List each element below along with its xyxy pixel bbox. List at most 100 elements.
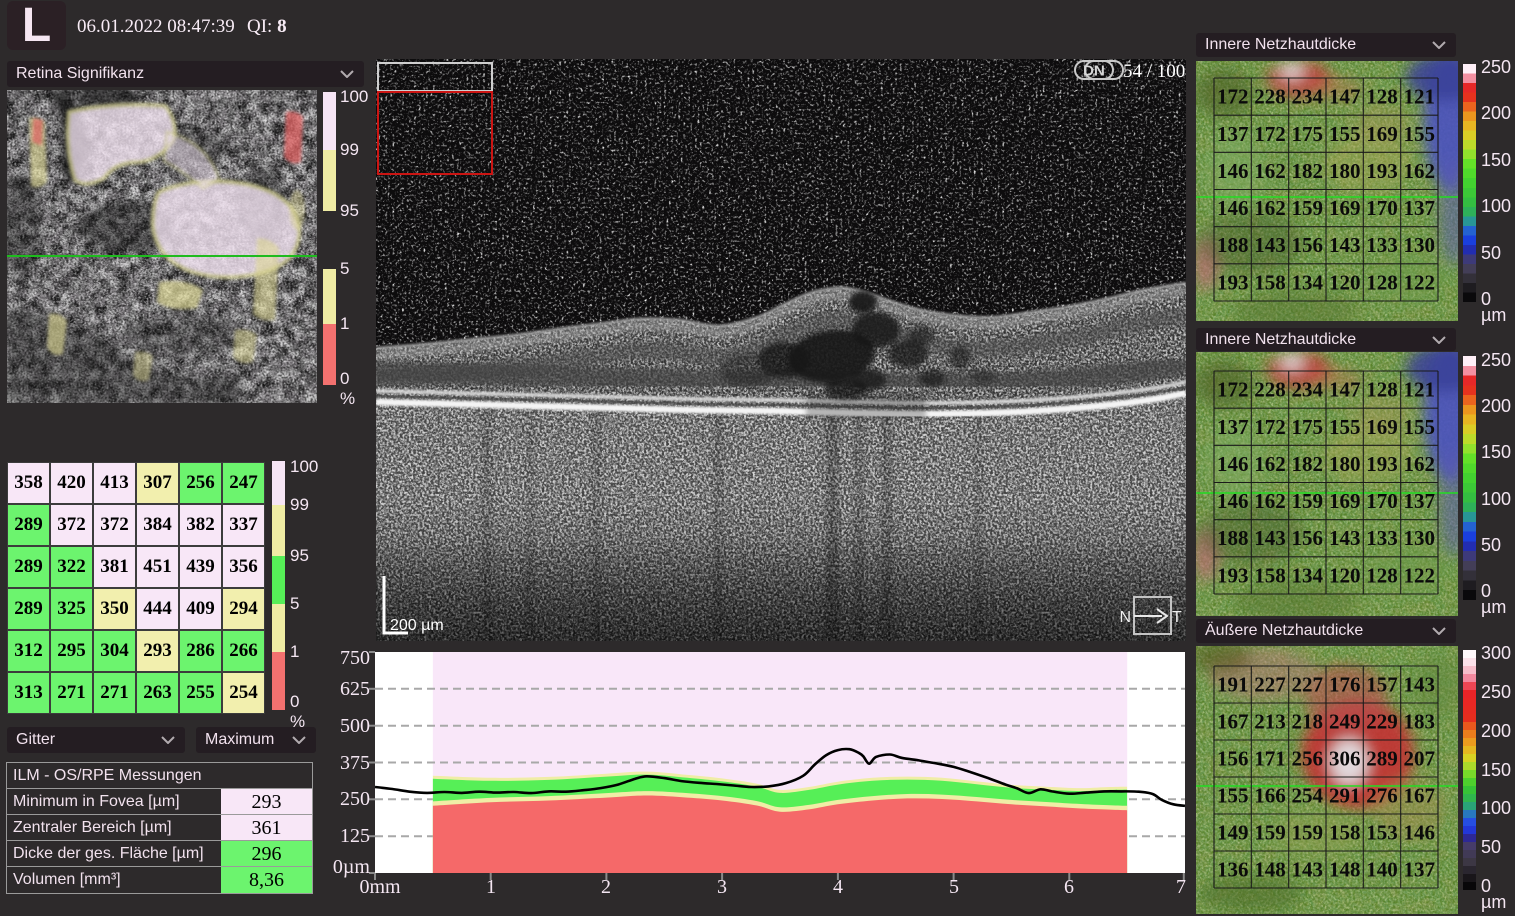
svg-text:159: 159 bbox=[1254, 821, 1286, 845]
svg-text:167: 167 bbox=[1217, 710, 1249, 734]
svg-text:193: 193 bbox=[1217, 270, 1249, 294]
svg-text:228: 228 bbox=[1254, 85, 1286, 109]
svg-text:146: 146 bbox=[1217, 196, 1249, 220]
svg-text:234: 234 bbox=[1292, 85, 1324, 109]
svg-text:276: 276 bbox=[1366, 784, 1398, 808]
svg-text:128: 128 bbox=[1366, 85, 1398, 109]
svg-text:155: 155 bbox=[1329, 415, 1361, 439]
svg-text:143: 143 bbox=[1254, 233, 1286, 257]
svg-text:155: 155 bbox=[1404, 122, 1436, 146]
svg-text:137: 137 bbox=[1217, 122, 1249, 146]
svg-text:176: 176 bbox=[1329, 673, 1361, 697]
svg-text:256: 256 bbox=[1292, 747, 1324, 771]
svg-text:162: 162 bbox=[1254, 196, 1286, 220]
svg-text:122: 122 bbox=[1404, 270, 1436, 294]
svg-text:171: 171 bbox=[1254, 747, 1286, 771]
svg-text:162: 162 bbox=[1404, 452, 1436, 476]
svg-text:143: 143 bbox=[1329, 526, 1361, 550]
svg-text:159: 159 bbox=[1292, 196, 1324, 220]
svg-text:137: 137 bbox=[1404, 489, 1436, 513]
svg-text:136: 136 bbox=[1217, 858, 1249, 882]
svg-text:137: 137 bbox=[1404, 196, 1436, 220]
svg-text:120: 120 bbox=[1329, 563, 1361, 587]
svg-text:162: 162 bbox=[1254, 452, 1286, 476]
svg-text:DN: DN bbox=[1083, 63, 1105, 80]
svg-text:158: 158 bbox=[1254, 563, 1286, 587]
svg-text:169: 169 bbox=[1329, 489, 1361, 513]
svg-text:143: 143 bbox=[1254, 526, 1286, 550]
svg-text:170: 170 bbox=[1366, 489, 1398, 513]
svg-text:249: 249 bbox=[1329, 710, 1361, 734]
svg-text:147: 147 bbox=[1329, 378, 1361, 402]
svg-text:157: 157 bbox=[1366, 673, 1398, 697]
svg-text:182: 182 bbox=[1292, 452, 1324, 476]
svg-text:155: 155 bbox=[1329, 122, 1361, 146]
svg-text:182: 182 bbox=[1292, 159, 1324, 183]
svg-text:213: 213 bbox=[1254, 710, 1286, 734]
svg-text:227: 227 bbox=[1254, 673, 1286, 697]
svg-text:175: 175 bbox=[1292, 122, 1324, 146]
svg-text:234: 234 bbox=[1292, 378, 1324, 402]
svg-text:128: 128 bbox=[1366, 378, 1398, 402]
svg-text:156: 156 bbox=[1292, 233, 1324, 257]
svg-text:155: 155 bbox=[1217, 784, 1249, 808]
svg-text:140: 140 bbox=[1366, 858, 1398, 882]
svg-text:133: 133 bbox=[1366, 526, 1398, 550]
svg-text:128: 128 bbox=[1366, 563, 1398, 587]
svg-text:128: 128 bbox=[1366, 270, 1398, 294]
svg-text:133: 133 bbox=[1366, 233, 1398, 257]
svg-text:130: 130 bbox=[1404, 233, 1436, 257]
svg-text:172: 172 bbox=[1254, 415, 1286, 439]
svg-text:137: 137 bbox=[1404, 858, 1436, 882]
svg-text:156: 156 bbox=[1292, 526, 1324, 550]
svg-text:143: 143 bbox=[1329, 233, 1361, 257]
svg-text:162: 162 bbox=[1254, 159, 1286, 183]
svg-text:137: 137 bbox=[1217, 415, 1249, 439]
svg-text:N: N bbox=[1119, 609, 1131, 626]
svg-text:158: 158 bbox=[1329, 821, 1361, 845]
svg-text:134: 134 bbox=[1292, 270, 1324, 294]
svg-text:167: 167 bbox=[1404, 784, 1436, 808]
svg-text:170: 170 bbox=[1366, 196, 1398, 220]
svg-text:193: 193 bbox=[1217, 563, 1249, 587]
svg-text:155: 155 bbox=[1404, 415, 1436, 439]
svg-text:120: 120 bbox=[1329, 270, 1361, 294]
svg-text:193: 193 bbox=[1366, 452, 1398, 476]
svg-text:146: 146 bbox=[1217, 159, 1249, 183]
svg-text:188: 188 bbox=[1217, 526, 1249, 550]
svg-text:169: 169 bbox=[1329, 196, 1361, 220]
svg-text:218: 218 bbox=[1292, 710, 1324, 734]
svg-text:153: 153 bbox=[1366, 821, 1398, 845]
svg-text:T: T bbox=[1172, 609, 1182, 626]
svg-text:175: 175 bbox=[1292, 415, 1324, 439]
svg-text:193: 193 bbox=[1366, 159, 1398, 183]
svg-text:162: 162 bbox=[1404, 159, 1436, 183]
svg-text:159: 159 bbox=[1292, 821, 1324, 845]
svg-text:169: 169 bbox=[1366, 122, 1398, 146]
svg-text:180: 180 bbox=[1329, 159, 1361, 183]
svg-text:130: 130 bbox=[1404, 526, 1436, 550]
svg-text:183: 183 bbox=[1404, 710, 1436, 734]
svg-text:143: 143 bbox=[1292, 858, 1324, 882]
svg-text:227: 227 bbox=[1292, 673, 1324, 697]
svg-text:172: 172 bbox=[1254, 122, 1286, 146]
svg-text:146: 146 bbox=[1217, 452, 1249, 476]
svg-text:188: 188 bbox=[1217, 233, 1249, 257]
svg-text:148: 148 bbox=[1254, 858, 1286, 882]
svg-text:146: 146 bbox=[1217, 489, 1249, 513]
svg-text:200 µm: 200 µm bbox=[390, 617, 444, 634]
svg-text:121: 121 bbox=[1404, 378, 1436, 402]
svg-text:121: 121 bbox=[1404, 85, 1436, 109]
svg-text:122: 122 bbox=[1404, 563, 1436, 587]
svg-text:207: 207 bbox=[1404, 747, 1436, 771]
svg-text:156: 156 bbox=[1217, 747, 1249, 771]
svg-text:291: 291 bbox=[1329, 784, 1361, 808]
svg-text:180: 180 bbox=[1329, 452, 1361, 476]
svg-text:289: 289 bbox=[1366, 747, 1398, 771]
svg-text:134: 134 bbox=[1292, 563, 1324, 587]
svg-text:254: 254 bbox=[1292, 784, 1324, 808]
svg-text:172: 172 bbox=[1217, 85, 1249, 109]
svg-text:54 / 100: 54 / 100 bbox=[1123, 61, 1185, 82]
svg-text:191: 191 bbox=[1217, 673, 1249, 697]
svg-text:149: 149 bbox=[1217, 821, 1249, 845]
